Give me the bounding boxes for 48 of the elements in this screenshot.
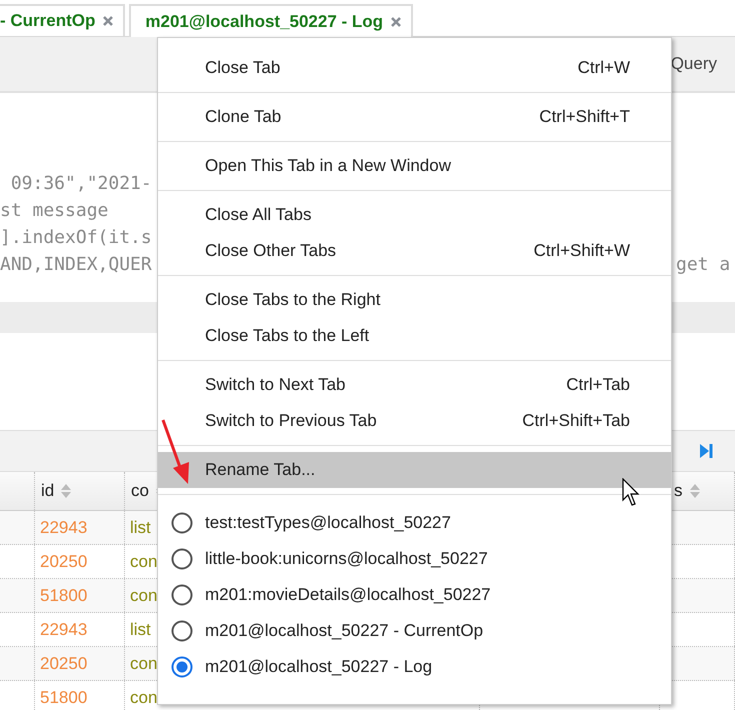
radio-button[interactable] — [171, 548, 193, 570]
menu-item[interactable]: Rename Tab... — [158, 452, 671, 488]
menu-item[interactable]: Switch to Previous Tab Ctrl+Shift+Tab — [158, 403, 671, 439]
menu-item[interactable]: Clone Tab Ctrl+Shift+T — [158, 99, 671, 135]
radio-button[interactable] — [171, 656, 193, 678]
menu-item[interactable]: Close Tab Ctrl+W — [158, 50, 671, 86]
tab-list-item[interactable]: little-book:unicorns@localhost_50227 — [158, 541, 671, 577]
menu-item[interactable]: Switch to Next Tab Ctrl+Tab — [158, 367, 671, 403]
table-cell: 22943 — [40, 518, 88, 538]
menu-item[interactable]: Close Other Tabs Ctrl+Shift+W — [158, 233, 671, 269]
table-cell: con — [130, 654, 158, 674]
table-cell: 20250 — [40, 552, 88, 572]
column-header[interactable]: id — [41, 481, 54, 501]
table-cell: list — [130, 620, 151, 640]
code-line: ].indexOf(it.s — [0, 226, 152, 250]
tab[interactable]: - CurrentOp — [0, 4, 126, 36]
table-cell: 22943 — [40, 620, 88, 640]
tab-list-item[interactable]: test:testTypes@localhost_50227 — [158, 505, 671, 541]
table-cell: con — [130, 586, 158, 606]
menu-item[interactable]: Close Tabs to the Right — [158, 282, 671, 318]
table-cell: 51800 — [40, 586, 88, 606]
menu-item[interactable]: Close Tabs to the Left — [158, 318, 671, 354]
close-icon[interactable] — [103, 16, 114, 26]
tab-list-item[interactable]: m201@localhost_50227 - Log — [158, 649, 671, 685]
tab-list-item[interactable]: m201:movieDetails@localhost_50227 — [158, 577, 671, 613]
code-line: 09:36","2021- — [10, 172, 152, 196]
last-page-icon[interactable] — [699, 443, 713, 459]
code-line: AND,INDEX,QUER — [0, 253, 152, 277]
query-button[interactable]: Query — [670, 54, 735, 74]
radio-button[interactable] — [171, 584, 193, 606]
table-cell: 20250 — [40, 654, 88, 674]
table-cell: 51800 — [40, 688, 88, 708]
tab-list-item[interactable]: m201@localhost_50227 - CurrentOp — [158, 613, 671, 649]
code-line: get a — [676, 253, 732, 277]
table-cell: list — [130, 518, 151, 538]
menu-item[interactable]: Open This Tab in a New Window — [158, 148, 671, 184]
close-icon[interactable] — [391, 16, 402, 26]
annotation-arrow — [160, 418, 192, 486]
column-header[interactable]: s — [674, 481, 682, 501]
code-line: st message — [0, 199, 108, 223]
mouse-pointer-icon — [622, 478, 642, 508]
menu-item[interactable]: Close All Tabs — [158, 197, 671, 233]
radio-button[interactable] — [171, 512, 193, 534]
radio-button[interactable] — [171, 620, 193, 642]
table-cell: con — [130, 552, 158, 572]
tab[interactable]: m201@localhost_50227 - Log — [129, 4, 414, 37]
table-cell: con — [130, 688, 158, 708]
column-header[interactable]: co — [131, 481, 149, 501]
